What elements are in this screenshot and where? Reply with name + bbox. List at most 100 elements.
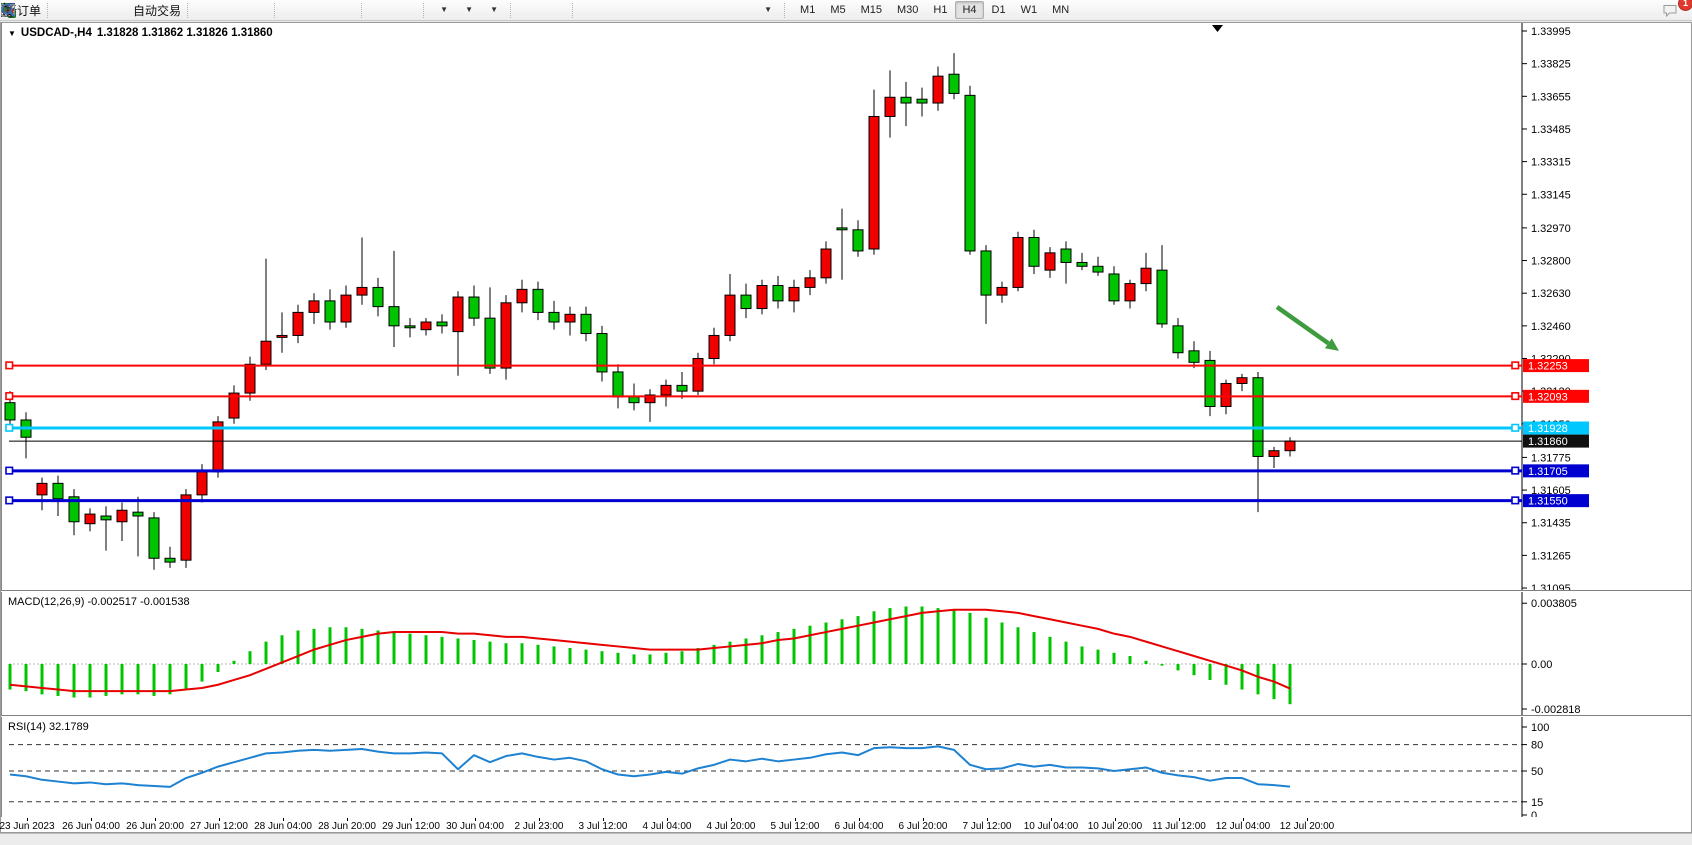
- text-label-tool[interactable]: T: [731, 1, 755, 20]
- candle-down: [165, 558, 175, 562]
- arrows-dropdown[interactable]: ▼: [756, 1, 780, 20]
- candle-down: [1189, 351, 1199, 363]
- chevron-down-icon: ▼: [490, 6, 498, 14]
- candle-up: [789, 287, 799, 300]
- timeframe-H4[interactable]: H4: [955, 1, 983, 19]
- tile-windows-button[interactable]: [333, 1, 357, 20]
- hline-handle[interactable]: [1512, 393, 1519, 400]
- chart-window: ▼ USDCAD-,H4 1.31828 1.31862 1.31826 1.3…: [0, 22, 1692, 833]
- macd-histogram-bar: [665, 653, 668, 664]
- candle-up: [517, 289, 527, 302]
- hline-handle[interactable]: [6, 362, 13, 369]
- hline-handle[interactable]: [1512, 362, 1519, 369]
- chevron-down-icon: ▼: [764, 6, 772, 14]
- candle-up: [1013, 237, 1023, 287]
- crosshair-tool-button[interactable]: [544, 1, 568, 20]
- notification-badge: 1: [1678, 0, 1692, 11]
- chart-symbol-period: USDCAD-,H4: [21, 27, 92, 39]
- macd-histogram-bar: [681, 651, 684, 664]
- timeframe-MN[interactable]: MN: [1045, 1, 1076, 19]
- search-button[interactable]: [1630, 1, 1654, 20]
- candle-up: [1285, 441, 1295, 451]
- macd-histogram-bar: [553, 646, 556, 664]
- zoom-out-button[interactable]: [308, 1, 332, 20]
- rsi-tick-label: 0: [1531, 810, 1537, 817]
- bar-chart-mode-button[interactable]: [196, 1, 220, 20]
- time-axis[interactable]: 23 Jun 202326 Jun 04:0026 Jun 20:0027 Ju…: [1, 818, 1691, 833]
- equidistant-channel-tool[interactable]: E: [656, 1, 680, 20]
- timeframe-M30[interactable]: M30: [890, 1, 925, 19]
- zoom-in-button[interactable]: [283, 1, 307, 20]
- macd-histogram-bar: [1001, 622, 1004, 664]
- candle-down: [1077, 262, 1087, 266]
- time-label: 12 Jul 20:00: [1280, 821, 1335, 832]
- candle-up: [1237, 378, 1247, 384]
- candle-down: [741, 295, 751, 308]
- separator: [187, 3, 192, 18]
- rsi-panel[interactable]: 1008050150: [1, 717, 1691, 817]
- timeframe-group: M1M5M15M30H1H4D1W1MN: [793, 1, 1076, 19]
- macd-histogram-bar: [809, 626, 812, 664]
- horizontal-line-tool[interactable]: [606, 1, 630, 20]
- price-tick-label: 1.33145: [1531, 189, 1571, 201]
- hline-handle[interactable]: [1512, 425, 1519, 432]
- hline-handle[interactable]: [1512, 497, 1519, 504]
- price-tick-label: 1.32460: [1531, 321, 1571, 333]
- macd-histogram-bar: [953, 610, 956, 664]
- market-watch-button[interactable]: [56, 1, 80, 20]
- templates-dropdown[interactable]: ▼: [482, 1, 506, 20]
- timeframe-W1[interactable]: W1: [1014, 1, 1045, 19]
- price-tick-label: 1.33315: [1531, 157, 1571, 169]
- chart-collapse-icon[interactable]: ▼: [8, 29, 16, 38]
- fibonacci-tool[interactable]: F: [681, 1, 705, 20]
- trendline-tool[interactable]: [631, 1, 655, 20]
- main-price-panel[interactable]: 1.339951.338251.336551.334851.333151.331…: [1, 23, 1691, 590]
- chart-shift-button[interactable]: [395, 1, 419, 20]
- candlestick-mode-button[interactable]: [221, 1, 245, 20]
- cursor-tool-button[interactable]: [519, 1, 543, 20]
- navigator-button[interactable]: [81, 1, 105, 20]
- annotation-arrow[interactable]: [1277, 307, 1328, 343]
- time-label: 23 Jun 2023: [0, 821, 55, 832]
- chart-shift-marker[interactable]: [1212, 25, 1223, 32]
- macd-histogram-bar: [1097, 650, 1100, 664]
- candle-down: [1029, 237, 1039, 266]
- candle-down: [1173, 326, 1183, 353]
- autotrading-button[interactable]: 自动交易: [131, 1, 183, 20]
- auto-scroll-button[interactable]: [370, 1, 394, 20]
- terminal-button[interactable]: [106, 1, 130, 20]
- macd-histogram-bar: [857, 616, 860, 664]
- hline-handle[interactable]: [6, 497, 13, 504]
- hline-handle[interactable]: [1512, 467, 1519, 474]
- line-chart-mode-button[interactable]: [246, 1, 270, 20]
- macd-histogram-bar: [1257, 664, 1260, 694]
- hline-handle[interactable]: [6, 393, 13, 400]
- time-label: 4 Jul 04:00: [643, 821, 692, 832]
- timeframe-H1[interactable]: H1: [926, 1, 954, 19]
- timeframe-M15[interactable]: M15: [854, 1, 889, 19]
- candle-down: [373, 287, 383, 306]
- time-label: 26 Jun 04:00: [62, 821, 120, 832]
- new-chart-dropdown[interactable]: ▼: [432, 1, 456, 20]
- text-tool[interactable]: A: [706, 1, 730, 20]
- macd-histogram-bar: [1129, 656, 1132, 664]
- periods-dropdown[interactable]: ▼: [457, 1, 481, 20]
- macd-histogram-bar: [489, 642, 492, 664]
- candle-up: [1045, 253, 1055, 270]
- hline-handle[interactable]: [6, 467, 13, 474]
- timeframe-M1[interactable]: M1: [793, 1, 822, 19]
- macd-histogram-bar: [1081, 646, 1084, 664]
- candle-down: [1109, 274, 1119, 301]
- hline-handle[interactable]: [6, 425, 13, 432]
- macd-histogram-bar: [633, 654, 636, 664]
- separator: [274, 3, 279, 18]
- notifications-button[interactable]: 1: [1662, 1, 1686, 20]
- price-tick-label: 1.32970: [1531, 223, 1571, 235]
- macd-panel[interactable]: 0.0038050.00-0.002818: [1, 592, 1691, 715]
- vertical-line-tool[interactable]: [581, 1, 605, 20]
- timeframe-D1[interactable]: D1: [985, 1, 1013, 19]
- macd-histogram-bar: [569, 648, 572, 664]
- timeframe-M5[interactable]: M5: [823, 1, 852, 19]
- macd-histogram-bar: [425, 635, 428, 664]
- macd-histogram-bar: [185, 664, 188, 690]
